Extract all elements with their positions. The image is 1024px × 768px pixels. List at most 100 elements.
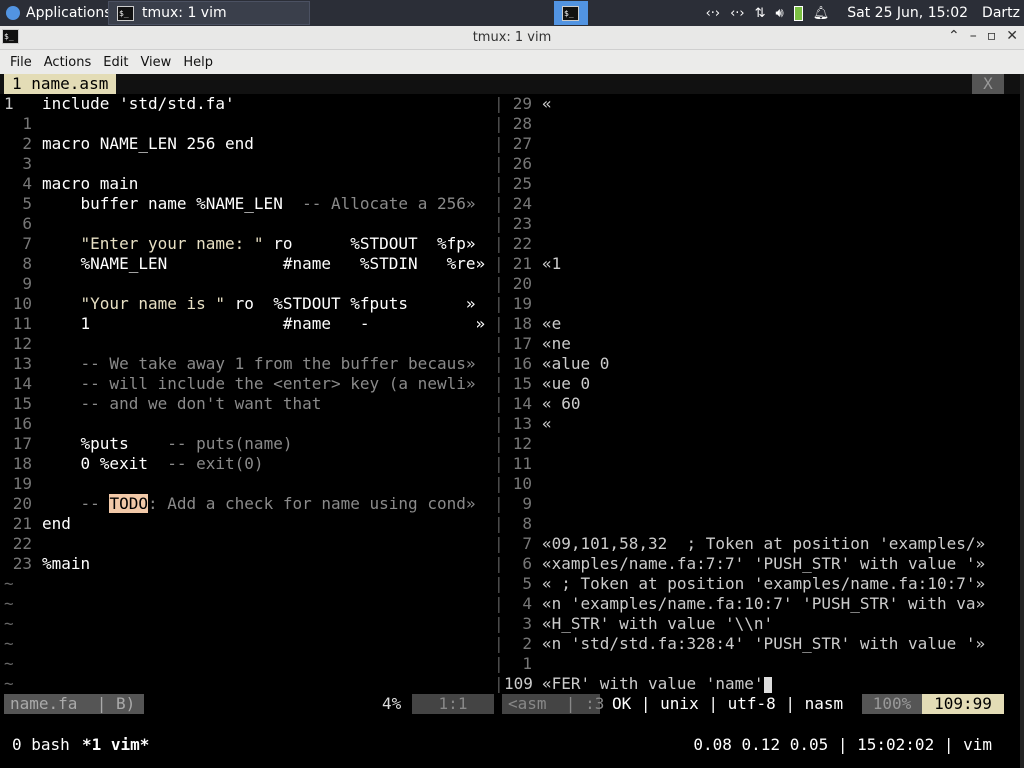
- line-text: «ne: [542, 334, 571, 353]
- editor-line[interactable]: 3: [0, 154, 32, 174]
- window-titlebar[interactable]: $_ tmux: 1 vim ⌃ – ▫ ✕: [0, 26, 1024, 50]
- output-line[interactable]: 19: [504, 294, 532, 314]
- menu-edit[interactable]: Edit: [97, 55, 134, 70]
- editor-line[interactable]: ~: [0, 674, 14, 694]
- editor-line[interactable]: 7 "Enter your name: " ro %STDOUT %fp»: [0, 234, 475, 254]
- divider-segment: |: [494, 574, 504, 593]
- output-line[interactable]: 10: [504, 474, 532, 494]
- editor-line[interactable]: 1: [0, 114, 32, 134]
- output-line[interactable]: 21 «1: [504, 254, 562, 274]
- output-line[interactable]: 14 « 60: [504, 394, 581, 414]
- output-line[interactable]: 1: [504, 654, 532, 674]
- editor-line[interactable]: 9: [0, 274, 32, 294]
- editor-line[interactable]: 15 -- and we don't want that: [0, 394, 322, 414]
- editor-line[interactable]: ~: [0, 594, 14, 614]
- line-number: 22: [12, 534, 32, 553]
- workspace-switcher[interactable]: $_: [554, 1, 588, 25]
- close-icon[interactable]: ✕: [1006, 28, 1018, 44]
- terminal-area[interactable]: 1 name.asm X 1 include 'std/std.fa' 1 2 macr…: [0, 74, 1024, 768]
- applications-menu[interactable]: Applications: [0, 0, 118, 26]
- menu-view[interactable]: View: [134, 55, 177, 70]
- editor-line[interactable]: 2 macro NAME_LEN 256 end: [0, 134, 254, 154]
- vim-tab-close-button[interactable]: X: [972, 74, 1004, 94]
- output-line[interactable]: 7 «09,101,58,32 ; Token at position 'exam…: [504, 534, 985, 554]
- output-line[interactable]: 20: [504, 274, 532, 294]
- battery-icon[interactable]: [793, 5, 803, 21]
- editor-line[interactable]: 6: [0, 214, 32, 234]
- output-line[interactable]: 28: [504, 114, 532, 134]
- menu-help[interactable]: Help: [177, 55, 219, 70]
- menu-file[interactable]: File: [4, 55, 38, 70]
- output-line[interactable]: 2 «n 'std/std.fa:328:4' 'PUSH_STR' with v…: [504, 634, 985, 654]
- output-line[interactable]: 27: [504, 134, 532, 154]
- editor-line[interactable]: 20 -- TODO: Add a check for name using c…: [0, 494, 475, 514]
- editor-line[interactable]: ~: [0, 634, 14, 654]
- menu-actions[interactable]: Actions: [38, 55, 98, 70]
- editor-line[interactable]: 8 %NAME_LEN #name %STDIN %re»: [0, 254, 485, 274]
- editor-line[interactable]: 17 %puts -- puts(name): [0, 434, 293, 454]
- editor-line[interactable]: 14 -- will include the <enter> key (a ne…: [0, 374, 476, 394]
- divider-segment: |: [494, 594, 504, 613]
- editor-line[interactable]: ~: [0, 614, 14, 634]
- editor-line[interactable]: ~: [0, 574, 14, 594]
- vim-left-pane[interactable]: 1 include 'std/std.fa' 1 2 macro NAME_LEN 25…: [0, 94, 494, 694]
- output-line[interactable]: 6 «xamples/name.fa:7:7' 'PUSH_STR' with v…: [504, 554, 985, 574]
- relative-line-number: 27: [512, 134, 532, 153]
- editor-line[interactable]: 23 %main: [0, 554, 90, 574]
- output-line[interactable]: 23: [504, 214, 532, 234]
- output-line[interactable]: 13 «: [504, 414, 552, 434]
- output-line[interactable]: 12: [504, 434, 532, 454]
- output-line[interactable]: 109 «FER' with value 'name': [504, 674, 772, 694]
- line-number: 18: [12, 454, 32, 473]
- editor-line[interactable]: 13 -- We take away 1 from the buffer bec…: [0, 354, 476, 374]
- vim-tab-active[interactable]: 1 name.asm: [4, 74, 117, 94]
- divider-segment: |: [494, 94, 504, 113]
- network-icon-2[interactable]: ‹·›: [730, 6, 745, 21]
- editor-line[interactable]: 10 "Your name is " ro %STDOUT %fputs »: [0, 294, 476, 314]
- terminal-scrollbar[interactable]: [1020, 74, 1024, 768]
- editor-line[interactable]: 5 buffer name %NAME_LEN -- Allocate a 25…: [0, 194, 475, 214]
- editor-line[interactable]: ~: [0, 654, 14, 674]
- output-line[interactable]: 17 «ne: [504, 334, 571, 354]
- output-line[interactable]: 16 «alue 0: [504, 354, 610, 374]
- relative-line-number: 13: [512, 414, 532, 433]
- editor-line[interactable]: 1 include 'std/std.fa': [0, 94, 235, 114]
- output-line[interactable]: 5 « ; Token at position 'examples/name.fa…: [504, 574, 985, 594]
- output-line[interactable]: 15 «ue 0: [504, 374, 590, 394]
- output-line[interactable]: 8: [504, 514, 532, 534]
- tmux-window-0[interactable]: 0 bash: [12, 734, 70, 756]
- taskbar-item-tmux[interactable]: $_ tmux: 1 vim: [108, 1, 310, 25]
- output-line[interactable]: 29 «: [504, 94, 552, 114]
- user-name[interactable]: Dartz: [982, 5, 1020, 21]
- output-line[interactable]: 4 «n 'examples/name.fa:10:7' 'PUSH_STR' w…: [504, 594, 985, 614]
- editor-line[interactable]: 4 macro main: [0, 174, 138, 194]
- output-line[interactable]: 11: [504, 454, 532, 474]
- editor-line[interactable]: 19: [0, 474, 32, 494]
- output-line[interactable]: 9: [504, 494, 532, 514]
- output-line[interactable]: 24: [504, 194, 532, 214]
- transfer-icon[interactable]: ⇅: [755, 6, 766, 21]
- editor-line[interactable]: 18 0 %exit -- exit(0): [0, 454, 264, 474]
- editor-line[interactable]: 16: [0, 414, 32, 434]
- collapse-icon[interactable]: ⌃: [948, 28, 960, 44]
- output-line[interactable]: 18 «e: [504, 314, 562, 334]
- editor-line[interactable]: 21 end: [0, 514, 71, 534]
- minimize-icon[interactable]: –: [970, 28, 977, 44]
- editor-line[interactable]: 12: [0, 334, 32, 354]
- editor-line[interactable]: 11 1 #name - »: [0, 314, 485, 334]
- output-line[interactable]: 26: [504, 154, 532, 174]
- line-number: 9: [22, 274, 32, 293]
- divider-segment: |: [494, 334, 504, 353]
- tmux-window-1-active[interactable]: *1 vim*: [82, 734, 149, 756]
- editor-line[interactable]: 22: [0, 534, 32, 554]
- relative-line-number: 26: [512, 154, 532, 173]
- network-icon[interactable]: ‹·›: [706, 6, 721, 21]
- volume-icon[interactable]: 🔊︎: [776, 6, 784, 21]
- clock[interactable]: Sat 25 Jun, 15:02: [847, 5, 968, 21]
- output-line[interactable]: 3 «H_STR' with value '\\n': [504, 614, 773, 634]
- notification-bell-icon[interactable]: 🔔︎: [813, 6, 830, 21]
- output-line[interactable]: 25: [504, 174, 532, 194]
- vim-right-pane[interactable]: 29 «28 27 26 25 24 23 22 21 «1 20 19 18 «e 17 «ne 16 «alu…: [504, 94, 1004, 694]
- maximize-icon[interactable]: ▫: [987, 28, 997, 44]
- output-line[interactable]: 22: [504, 234, 532, 254]
